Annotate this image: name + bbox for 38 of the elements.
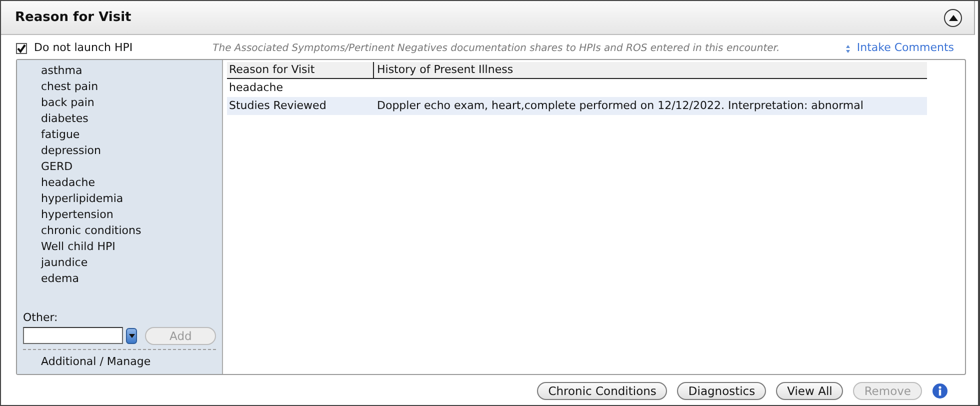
table-row[interactable]: headache — [227, 79, 927, 97]
expand-icon — [844, 44, 852, 52]
info-note: The Associated Symptoms/Pertinent Negatives documentation shares to HPIs and ROS entered in this encounter. — [212, 42, 780, 56]
collapse-toggle[interactable] — [944, 8, 962, 26]
caret-up-icon — [948, 14, 958, 20]
reason-item[interactable]: fatigue — [23, 127, 216, 143]
section-title: Reason for Visit — [15, 8, 132, 27]
other-input[interactable] — [23, 327, 123, 344]
reason-item[interactable]: jaundice — [23, 255, 216, 271]
action-button[interactable]: Diagnostics — [677, 382, 766, 400]
table-cell: Studies Reviewed — [229, 99, 326, 112]
column-header: Reason for Visit — [227, 62, 374, 78]
reason-item[interactable]: hypertension — [23, 207, 216, 223]
column-header: History of Present Illness — [376, 62, 514, 78]
action-button[interactable]: Chronic Conditions — [537, 382, 668, 400]
caret-down-icon — [128, 334, 135, 338]
reason-item[interactable]: asthma — [23, 63, 216, 79]
action-button[interactable]: View All — [776, 382, 844, 400]
other-label: Other: — [23, 310, 59, 326]
reason-item[interactable]: back pain — [23, 95, 216, 111]
checkbox-label: Do not launch HPI — [34, 40, 133, 56]
reason-item[interactable]: edema — [23, 271, 216, 287]
reason-item[interactable]: chest pain — [23, 79, 216, 95]
table-cell: headache — [229, 81, 283, 94]
reason-item[interactable]: depression — [23, 143, 216, 159]
reason-item[interactable]: headache — [23, 175, 216, 191]
manage-link[interactable]: Additional / Manage — [41, 354, 151, 368]
reason-item[interactable]: diabetes — [23, 111, 216, 127]
intake-comments-link[interactable]: Intake Comments — [844, 40, 954, 57]
checkbox[interactable] — [16, 43, 27, 54]
table-row[interactable]: Studies Reviewed Doppler echo exam, heart,complete performed on 12/12/2022. Interpretation: abnormal — [227, 97, 927, 115]
table-cell: Doppler echo exam, heart,complete performed on 12/12/2022. Interpretation: abnormal — [377, 99, 864, 112]
reason-item[interactable]: GERD — [23, 159, 216, 175]
reason-item[interactable]: Well child HPI — [23, 239, 216, 255]
info-icon — [932, 383, 948, 399]
dropdown-button[interactable] — [126, 328, 138, 344]
reason-item[interactable]: hyperlipidemia — [23, 191, 216, 207]
reason-item[interactable]: chronic conditions — [23, 223, 216, 239]
